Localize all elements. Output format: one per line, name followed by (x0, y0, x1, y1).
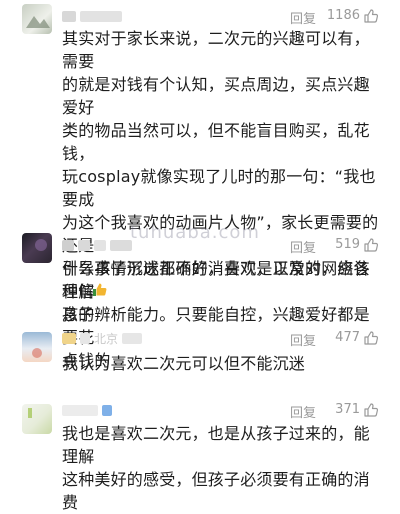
comment-text: 什么事情沉迷都不好，喜欢是正常的，应该理解 孩子 (62, 259, 370, 324)
avatar-image-icon (26, 16, 50, 28)
avatar-image-icon (35, 239, 47, 251)
reply-button[interactable]: 回复 (290, 330, 316, 349)
thumbs-up-icon[interactable] (363, 237, 379, 253)
avatar[interactable] (22, 404, 52, 434)
username-blurred[interactable] (62, 8, 122, 24)
comment-item: 北京 回复 477 我认为喜欢二次元可以但不能沉迷 (0, 326, 400, 398)
thumbs-up-icon[interactable] (363, 330, 379, 346)
reply-button[interactable]: 回复 (290, 402, 316, 421)
reply-button[interactable]: 回复 (290, 237, 316, 256)
thumbs-up-icon[interactable] (363, 8, 379, 24)
username-blurred[interactable] (62, 402, 112, 418)
reply-button[interactable]: 回复 (290, 8, 316, 27)
avatar[interactable] (22, 233, 52, 263)
comment-item: 回复 371 我也是喜欢二次元，也是从孩子过来的，能理解 这种美好的感受，但孩子… (0, 398, 400, 512)
thumbs-up-icon[interactable] (363, 402, 379, 418)
avatar-image-icon (32, 348, 42, 358)
like-count: 477 (335, 330, 360, 345)
username-partial: 北京 (94, 331, 119, 346)
avatar[interactable] (22, 332, 52, 362)
like-count: 519 (335, 237, 360, 252)
avatar[interactable] (22, 4, 52, 34)
comment-text: 我也是喜欢二次元，也是从孩子过来的，能理解 这种美好的感受，但孩子必须要有正确的… (62, 424, 370, 512)
username-blurred[interactable]: 北京 (62, 330, 143, 346)
like-count: 371 (335, 402, 360, 417)
thumbs-up-emoji (93, 283, 107, 296)
like-count: 1186 (326, 8, 360, 23)
comment-item: 回复 519 什么事情沉迷都不好，喜欢是正常的，应该理解 孩子 (0, 232, 400, 326)
username-blurred[interactable] (62, 237, 132, 253)
comment-item: 回复 1186 其实对于家长来说，二次元的兴趣可以有，需要 的就是对钱有个认知，… (0, 0, 400, 370)
comment-text: 我认为喜欢二次元可以但不能沉迷 (62, 354, 306, 373)
avatar-image-icon (28, 408, 32, 418)
